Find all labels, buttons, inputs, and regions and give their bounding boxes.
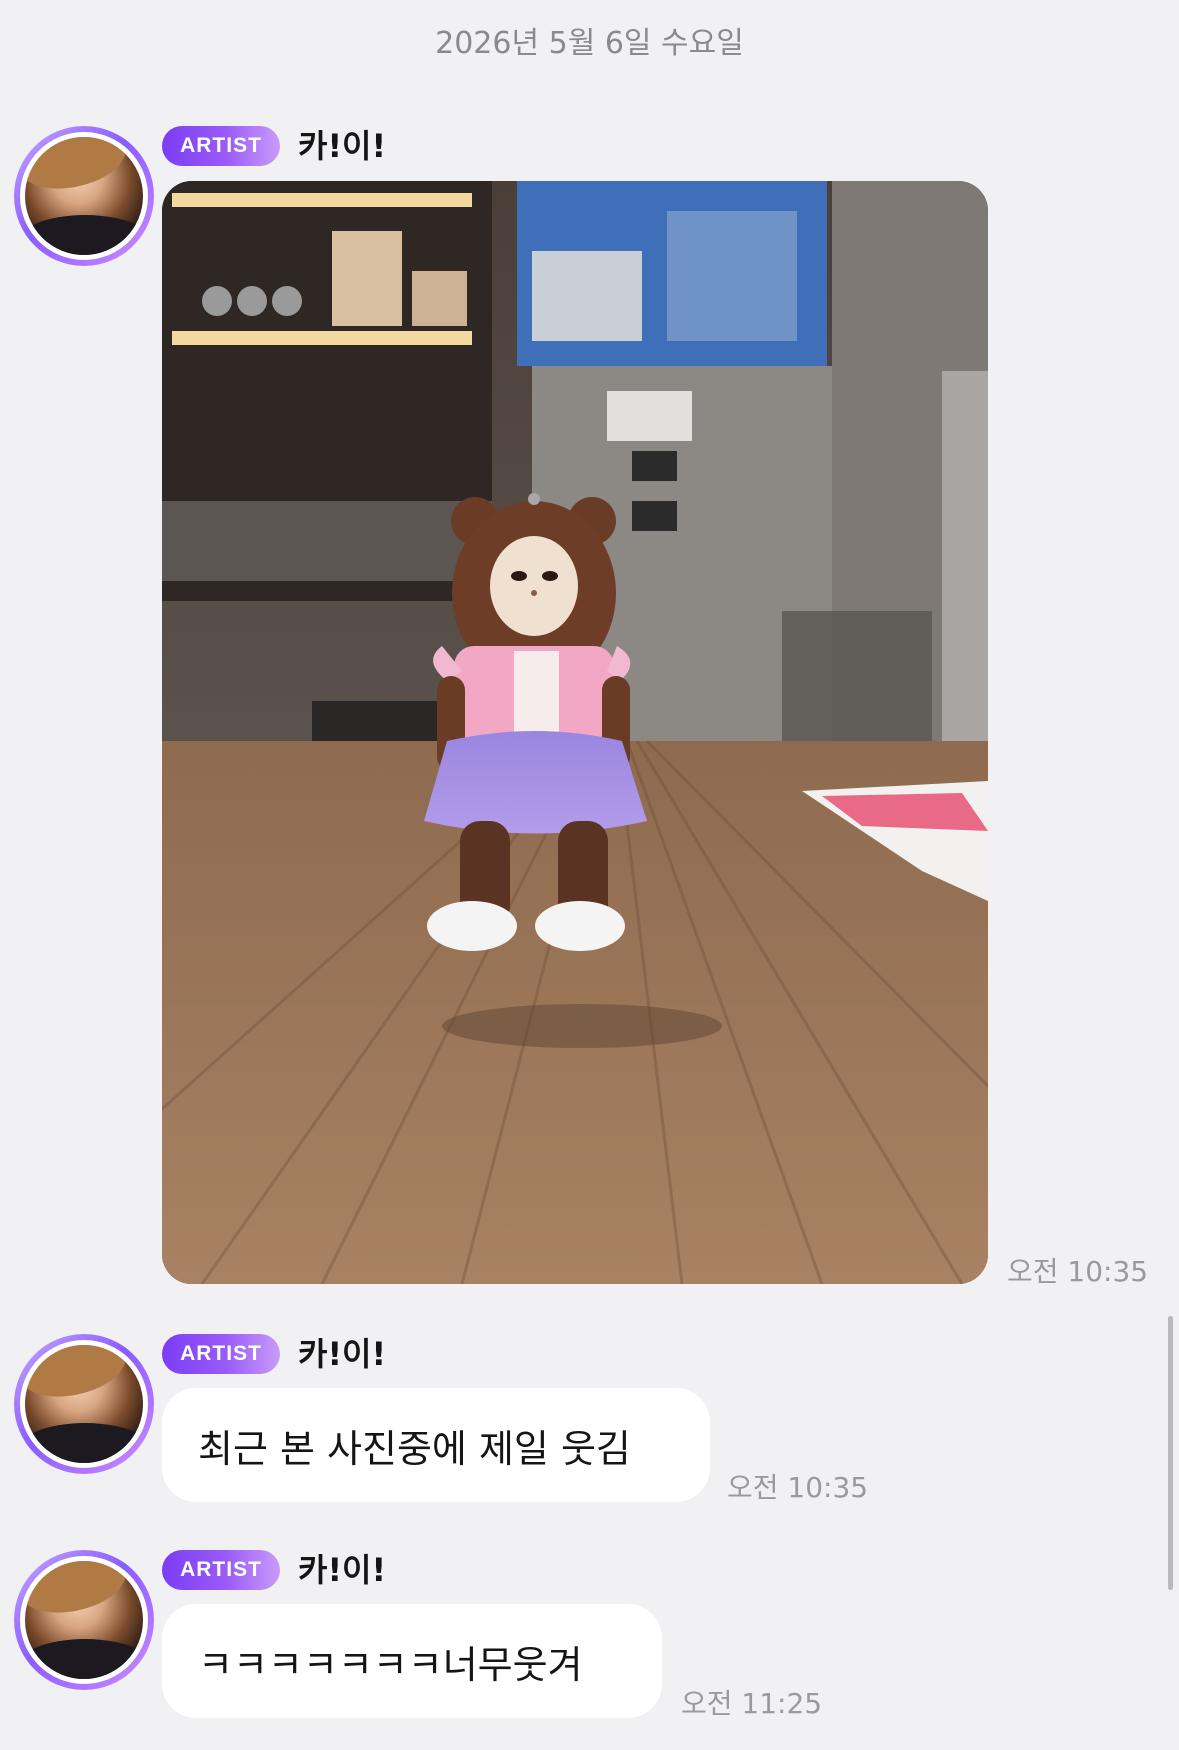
avatar[interactable] (14, 1550, 154, 1690)
avatar-photo (25, 1345, 143, 1463)
sender-name: 카!이! (298, 1551, 387, 1589)
avatar[interactable] (14, 1334, 154, 1474)
sender-name: 카!이! (298, 127, 387, 165)
message-time: 오전 11:25 (681, 1687, 823, 1720)
avatar[interactable] (14, 126, 154, 266)
scrollbar[interactable] (1168, 1316, 1173, 1590)
artist-badge: ARTIST (162, 1550, 280, 1590)
photo-image (162, 181, 988, 1284)
text-message[interactable]: ㅋㅋㅋㅋㅋㅋㅋ너무웃겨 (162, 1604, 662, 1718)
date-header: 2026년 5월 6일 수요일 (435, 26, 744, 61)
message-time: 오전 10:35 (727, 1471, 869, 1504)
text-message[interactable]: 최근 본 사진중에 제일 웃김 (162, 1388, 710, 1502)
message-time: 오전 10:35 (1007, 1255, 1149, 1288)
sender-name: 카!이! (298, 1335, 387, 1373)
avatar-photo (25, 137, 143, 255)
avatar-photo (25, 1561, 143, 1679)
artist-badge: ARTIST (162, 126, 280, 166)
photo-message[interactable] (162, 181, 988, 1284)
artist-badge: ARTIST (162, 1334, 280, 1374)
